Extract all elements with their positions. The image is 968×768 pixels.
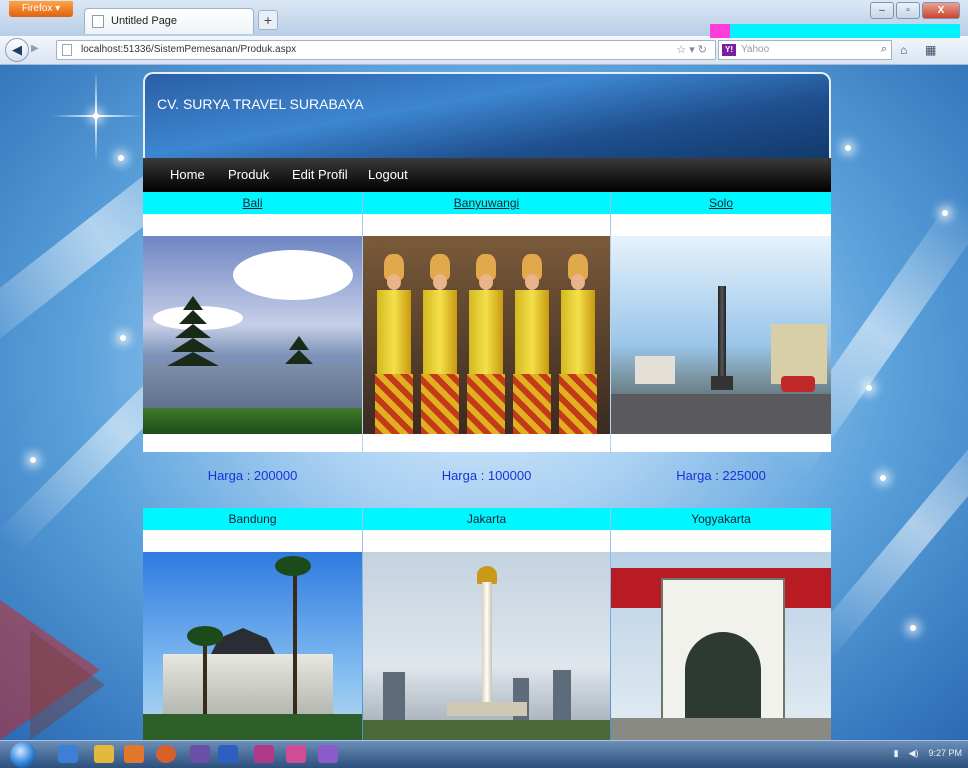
url-text: localhost:51336/SistemPemesanan/Produk.a… (81, 44, 297, 55)
taskbar: ▮ ◀) 9:27 PM (0, 740, 968, 768)
visual-studio-icon[interactable] (190, 745, 210, 763)
search-input[interactable]: Y! Yahoo ⌕ (718, 40, 892, 60)
sparkle (120, 335, 126, 341)
clock[interactable]: 9:27 PM (928, 748, 962, 759)
sparkle (52, 115, 142, 117)
product-title: Banyuwangi (363, 192, 610, 214)
close-button[interactable]: X (922, 2, 960, 19)
spacer (143, 434, 362, 452)
word-icon[interactable] (218, 745, 238, 763)
volume-icon[interactable]: ◀) (909, 748, 919, 759)
window-controls: – ▫ X (870, 2, 960, 20)
product-card-banyuwangi: Banyuwangi (363, 192, 610, 452)
product-title: Solo (611, 192, 831, 214)
product-card-solo: Solo (611, 192, 831, 452)
product-link-banyuwangi[interactable]: Banyuwangi (454, 196, 519, 210)
firefox-icon[interactable] (156, 745, 176, 763)
search-icon[interactable]: ⌕ (881, 43, 887, 56)
sparkle (942, 210, 948, 216)
main-menu: Home Produk Edit Profil Logout (143, 158, 831, 192)
product-card-jakarta: Jakarta (363, 508, 610, 742)
yahoo-icon[interactable]: Y! (722, 44, 736, 56)
new-tab-button[interactable]: + (258, 10, 278, 30)
ie-icon[interactable] (58, 745, 78, 763)
spacer (143, 214, 362, 236)
product-image-bali[interactable] (143, 236, 362, 434)
tab-title: Untitled Page (111, 15, 178, 27)
search-placeholder: Yahoo (741, 44, 770, 55)
product-image-solo[interactable] (611, 236, 831, 434)
sparkle (910, 625, 916, 631)
home-icon[interactable]: ⌂ (900, 43, 907, 57)
spacer (611, 434, 831, 452)
folder-icon[interactable] (94, 745, 114, 763)
page-icon (92, 15, 104, 28)
back-button[interactable]: ◀ (5, 38, 29, 62)
bookmark-star-icon[interactable]: ☆ ▾ ↻ (676, 43, 707, 56)
app-icon[interactable] (254, 745, 274, 763)
product-title: Bali (143, 192, 362, 214)
sparkle (118, 155, 124, 161)
product-title[interactable]: Bandung (143, 508, 362, 530)
start-button[interactable] (10, 742, 36, 768)
menu-edit-profil[interactable]: Edit Profil (292, 167, 348, 182)
product-image-yogyakarta[interactable] (611, 552, 831, 742)
navigation-toolbar: ◀ ▶ localhost:51336/SistemPemesanan/Prod… (0, 36, 968, 65)
bookmarks-icon[interactable]: ▦ (925, 43, 936, 57)
forward-button[interactable]: ▶ (31, 43, 39, 54)
spacer (143, 530, 362, 552)
product-card-yogyakarta: Yogyakarta (611, 508, 831, 742)
menu-produk[interactable]: Produk (228, 167, 269, 182)
render-artifact (710, 24, 730, 38)
network-icon[interactable]: ▮ (894, 748, 899, 759)
system-tray: ▮ ◀) 9:27 PM (894, 748, 962, 759)
website: CV. SURYA TRAVEL SURABAYA Home Produk Ed… (143, 72, 831, 742)
page-icon (62, 44, 72, 56)
sparkle (845, 145, 851, 151)
price-solo: Harga : 225000 (676, 468, 766, 483)
price-banyuwangi: Harga : 100000 (441, 468, 532, 483)
product-link-solo[interactable]: Solo (709, 196, 733, 210)
maximize-button[interactable]: ▫ (896, 2, 920, 19)
product-image-banyuwangi[interactable] (363, 236, 610, 434)
product-image-jakarta[interactable] (363, 552, 610, 742)
watermark-shape (30, 630, 105, 740)
spacer (363, 214, 610, 236)
product-title[interactable]: Jakarta (363, 508, 610, 530)
product-title[interactable]: Yogyakarta (611, 508, 831, 530)
menu-logout[interactable]: Logout (368, 167, 408, 182)
price-bali: Harga : 200000 (207, 468, 298, 483)
browser-tab[interactable]: Untitled Page (84, 8, 254, 34)
firefox-menu-button[interactable]: Firefox ▾ (9, 1, 73, 17)
media-player-icon[interactable] (124, 745, 144, 763)
spacer (611, 214, 831, 236)
minimize-button[interactable]: – (870, 2, 894, 19)
site-title: CV. SURYA TRAVEL SURABAYA (157, 96, 364, 112)
sparkle (880, 475, 886, 481)
sparkle (866, 385, 872, 391)
address-bar[interactable]: localhost:51336/SistemPemesanan/Produk.a… (56, 40, 716, 60)
product-image-bandung[interactable] (143, 552, 362, 742)
spacer (611, 530, 831, 552)
app-icon[interactable] (318, 745, 338, 763)
site-header: CV. SURYA TRAVEL SURABAYA (143, 72, 831, 158)
app-icon[interactable] (286, 745, 306, 763)
sparkle (30, 457, 36, 463)
product-card-bali: Bali (143, 192, 362, 452)
spacer (363, 530, 610, 552)
render-artifact (710, 24, 960, 38)
product-card-bandung: Bandung (143, 508, 362, 742)
product-link-bali[interactable]: Bali (242, 196, 262, 210)
spacer (363, 434, 610, 452)
menu-home[interactable]: Home (170, 167, 205, 182)
